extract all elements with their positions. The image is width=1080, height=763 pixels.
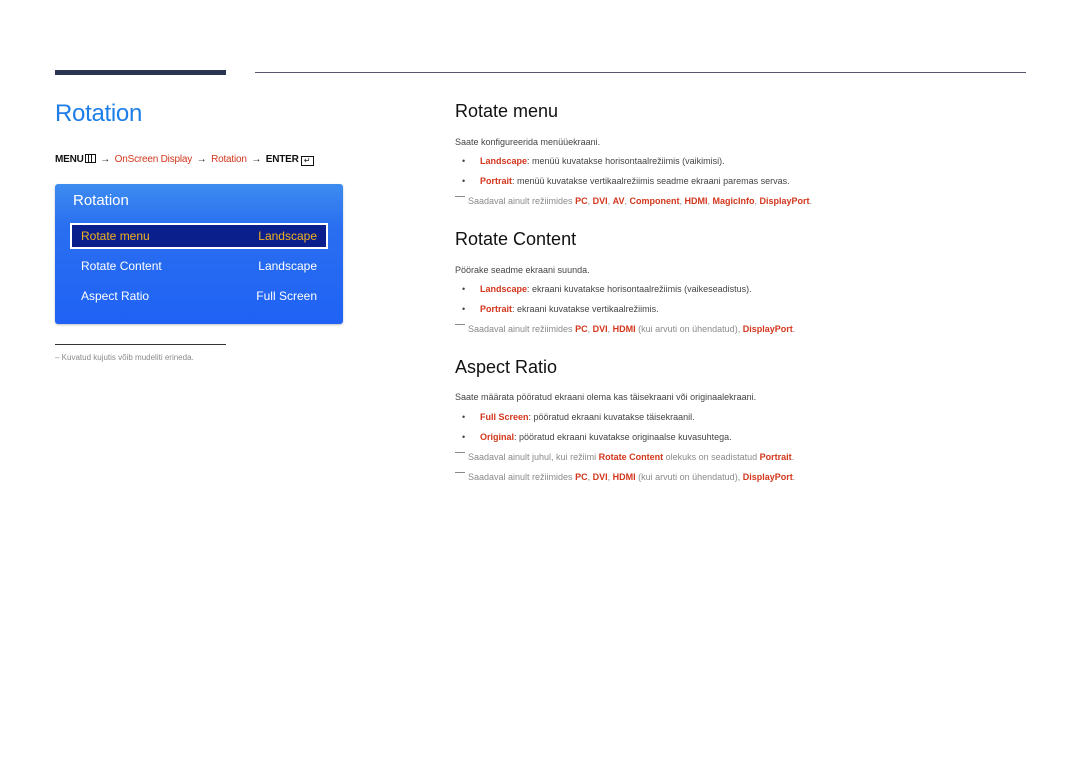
note-end: .: [792, 472, 796, 482]
note: Saadaval ainult režiimides PC, DVI, HDMI…: [455, 472, 795, 482]
osd-row-value: Landscape: [258, 259, 317, 273]
note-term: PC: [575, 196, 588, 206]
footnote: – Kuvatud kujutis võib mudeliti erineda.: [55, 353, 194, 362]
bullet-item: • Full Screen: pööratud ekraani kuvatakse…: [462, 412, 695, 422]
breadcrumb-onscreen-display: OnScreen Display: [114, 154, 193, 165]
menu-icon: [84, 154, 96, 163]
header-rule-thin: [255, 72, 1026, 73]
note-text: olekuks on seadistatud: [663, 452, 760, 462]
note-text: (kui arvuti on ühendatud),: [635, 324, 743, 334]
note-term: DVI: [592, 196, 608, 206]
note-text: Saadaval ainult juhul, kui režiimi: [468, 452, 599, 462]
note-dash-icon: [455, 472, 465, 473]
note: Saadaval ainult režiimides PC, DVI, HDMI…: [455, 324, 795, 334]
bullet-text: : ekraani kuvatakse horisontaalrežiimis …: [527, 284, 752, 294]
breadcrumb: MENU → OnScreen Display → Rotation → ENT…: [55, 154, 314, 166]
bullet-term: Portrait: [480, 304, 513, 314]
bullet-term: Portrait: [480, 176, 513, 186]
note-text: Saadaval ainult režiimides: [468, 324, 576, 334]
bullet-item: • Landscape: menüü kuvatakse horisontaalr…: [462, 156, 725, 166]
note-term: MagicInfo: [712, 196, 755, 206]
note-term: Portrait: [759, 452, 792, 462]
osd-row-aspect-ratio[interactable]: Aspect Ratio Full Screen: [71, 284, 327, 308]
bullet-icon: •: [462, 176, 466, 186]
note-term: PC: [575, 472, 588, 482]
note-end: .: [792, 324, 796, 334]
osd-row-label: Aspect Ratio: [81, 289, 150, 303]
bullet-icon: •: [462, 304, 466, 314]
note: Saadaval ainult juhul, kui režiimi Rotat…: [455, 452, 794, 462]
note-dash-icon: [455, 196, 465, 197]
bullet-term: Original: [480, 432, 515, 442]
note-term: DisplayPort: [742, 324, 793, 334]
bullet-icon: •: [462, 412, 466, 422]
osd-title: Rotation: [73, 192, 129, 209]
osd-row-label: Rotate Content: [81, 259, 162, 273]
section-intro: Saate määrata pööratud ekraani olema kas…: [455, 392, 757, 402]
note-term: DVI: [592, 472, 608, 482]
bullet-text: : pööratud ekraani kuvatakse originaalse…: [514, 432, 732, 442]
note-term: HDMI: [684, 196, 708, 206]
section-intro: Pöörake seadme ekraani suunda.: [455, 265, 590, 275]
note-end: .: [791, 452, 795, 462]
bullet-text: : ekraani kuvatakse vertikaalrežiimis.: [512, 304, 659, 314]
bullet-term: Landscape: [480, 156, 528, 166]
note-term: PC: [575, 324, 588, 334]
note-term: DVI: [592, 324, 608, 334]
note-term: HDMI: [612, 324, 636, 334]
footnote-rule: [55, 344, 226, 345]
header-rule-thick: [55, 70, 226, 75]
note-text: Saadaval ainult režiimides: [468, 196, 576, 206]
osd-rotation-menu: Rotation Rotate menu Landscape Rotate Co…: [55, 184, 343, 324]
bullet-term: Landscape: [480, 284, 528, 294]
bullet-text: : menüü kuvatakse horisontaalrežiimis (v…: [527, 156, 725, 166]
arrow-icon: →: [100, 154, 111, 165]
bullet-item: • Landscape: ekraani kuvatakse horisontaa…: [462, 284, 752, 294]
arrow-icon: →: [251, 154, 262, 165]
note: Saadaval ainult režiimides PC, DVI, AV, …: [455, 196, 812, 206]
osd-row-value: Landscape: [258, 229, 317, 243]
osd-row-value: Full Screen: [256, 289, 317, 303]
breadcrumb-menu: MENU: [55, 154, 84, 165]
note-text: (kui arvuti on ühendatud),: [635, 472, 743, 482]
note-text: Saadaval ainult režiimides: [468, 472, 576, 482]
section-intro: Saate konfigureerida menüüekraani.: [455, 137, 601, 147]
bullet-icon: •: [462, 156, 466, 166]
note-term: AV: [612, 196, 625, 206]
breadcrumb-enter: ENTER: [265, 154, 299, 165]
osd-row-label: Rotate menu: [81, 229, 150, 243]
note-term: Component: [629, 196, 680, 206]
section-title-rotate-content: Rotate Content: [455, 229, 577, 249]
note-end: .: [809, 196, 813, 206]
bullet-term: Full Screen: [480, 412, 529, 422]
osd-row-rotate-content[interactable]: Rotate Content Landscape: [71, 254, 327, 278]
note-dash-icon: [455, 452, 465, 453]
bullet-icon: •: [462, 432, 466, 442]
bullet-item: • Portrait: ekraani kuvatakse vertikaalre…: [462, 304, 659, 314]
bullet-item: • Original: pööratud ekraani kuvatakse or…: [462, 432, 732, 442]
bullet-text: : menüü kuvatakse vertikaalrežiimis sead…: [512, 176, 790, 186]
note-term: Rotate Content: [598, 452, 664, 462]
bullet-icon: •: [462, 284, 466, 294]
arrow-icon: →: [196, 154, 207, 165]
bullet-item: • Portrait: menüü kuvatakse vertikaalreži…: [462, 176, 790, 186]
bullet-text: : pööratud ekraani kuvatakse täisekraani…: [528, 412, 695, 422]
page-title: Rotation: [55, 100, 142, 127]
section-title-rotate-menu: Rotate menu: [455, 101, 559, 121]
note-dash-icon: [455, 324, 465, 325]
osd-row-rotate-menu[interactable]: Rotate menu Landscape: [70, 223, 328, 249]
section-title-aspect-ratio: Aspect Ratio: [455, 357, 558, 377]
note-term: DisplayPort: [759, 196, 810, 206]
note-term: DisplayPort: [742, 472, 793, 482]
breadcrumb-rotation: Rotation: [211, 154, 247, 165]
note-term: HDMI: [612, 472, 636, 482]
enter-icon: ↵: [300, 156, 314, 166]
